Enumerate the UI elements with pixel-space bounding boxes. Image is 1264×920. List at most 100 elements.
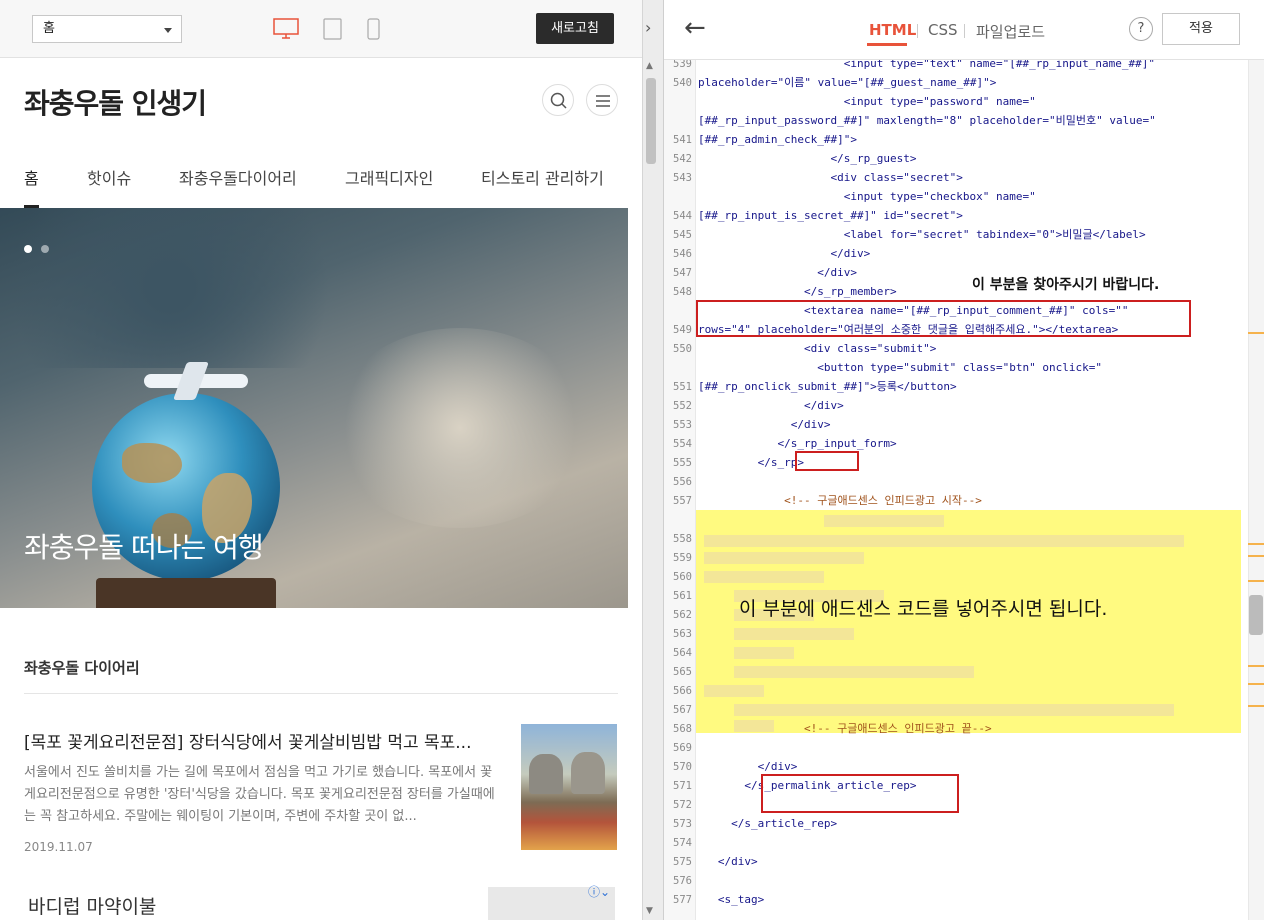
slide-dot[interactable] [41, 245, 49, 253]
blog-preview-pane: 홈 새로고침 좌충우돌 인생기 홈 핫이슈 좌충우돌다이어리 그래픽디자인 티스… [0, 0, 642, 920]
code-line: <input type="text" name="[##_rp_input_na… [698, 60, 1155, 70]
code-line: <div class="secret"> [698, 171, 963, 184]
line-number: 553 [673, 419, 692, 431]
scroll-marker [1248, 543, 1264, 545]
code-line: [##_rp_input_password_##]" maxlength="8"… [698, 114, 1156, 127]
editor-toolbar: ← HTML CSS 파일업로드 ? 적용 [664, 0, 1264, 60]
code-line: </s_rp_guest> [698, 152, 917, 165]
line-number: 565 [673, 666, 692, 678]
hero-background [0, 208, 380, 368]
code-line: </div> [698, 399, 844, 412]
thumbnail-statue [529, 754, 563, 794]
line-number: 577 [673, 894, 692, 906]
ad-text[interactable]: 바디럽 마약이불 [28, 892, 156, 919]
code-line: </s_rp_input_form> [698, 437, 897, 450]
code-editor[interactable]: 539 540 541 542 543 544 545 546 547 548 549 550 551 5… [664, 60, 1248, 920]
editor-scrollbar[interactable] [1248, 60, 1264, 920]
page-select[interactable]: 홈 [32, 15, 182, 43]
nav-item-hot-issue[interactable]: 핫이슈 [87, 165, 131, 189]
chevron-right-icon[interactable]: › [645, 18, 651, 37]
annotation-adsense: 이 부분에 애드센스 코드를 넣어주시면 됩니다. [739, 598, 1108, 620]
code-line: </div> [698, 418, 831, 431]
scroll-marker [1248, 683, 1264, 685]
page-select-value: 홈 [43, 21, 55, 36]
post-date: 2019.11.07 [24, 840, 93, 854]
line-number: 576 [673, 875, 692, 887]
textarea-highlight-box [696, 300, 1191, 337]
skin-editor: ← HTML CSS 파일업로드 ? 적용 539 540 541 542 543 544… [664, 0, 1264, 920]
code-line: <label for="secret" tabindex="0">비밀글</la… [698, 228, 1146, 241]
back-arrow-icon[interactable]: ← [684, 14, 706, 42]
scroll-marker [1248, 705, 1264, 707]
line-number: 555 [673, 457, 692, 469]
post-thumbnail[interactable] [521, 724, 617, 850]
tab-separator [917, 24, 918, 38]
mobile-view-icon[interactable] [367, 18, 381, 40]
preview-scrollbar-thumb[interactable] [646, 78, 656, 164]
post-excerpt: 서울에서 진도 쏠비치를 가는 길에 목포에서 점심을 먹고 가기로 했습니다.… [24, 765, 495, 824]
blurred-code-line [734, 666, 974, 678]
code-line: </s_rp> [698, 456, 804, 469]
slide-dot-active[interactable] [24, 245, 32, 253]
search-button[interactable] [542, 84, 574, 116]
blurred-code-line [704, 552, 864, 564]
hero-caption: 좌충우돌 떠나는 여행 [24, 531, 264, 564]
code-line: [##_rp_input_is_secret_##]" id="secret"> [698, 209, 963, 222]
menu-button[interactable] [586, 84, 618, 116]
refresh-button[interactable]: 새로고침 [536, 13, 614, 44]
blog-title[interactable]: 좌충우돌 인생기 [24, 82, 207, 122]
tab-css[interactable]: CSS [928, 21, 958, 39]
hero-background-light [330, 328, 590, 528]
nav-item-home[interactable]: 홈 [24, 165, 39, 189]
code-line: <input type="checkbox" name=" [698, 190, 1036, 203]
scroll-down-icon[interactable]: ▼ [646, 906, 653, 916]
line-number: 569 [673, 742, 692, 754]
line-number: 543 [673, 172, 692, 184]
line-number: 552 [673, 400, 692, 412]
line-number: 568 [673, 723, 692, 735]
tablet-view-icon[interactable] [323, 18, 343, 40]
tab-file-upload[interactable]: 파일업로드 [976, 21, 1045, 42]
section-divider [24, 693, 618, 694]
hamburger-icon [596, 95, 610, 107]
nav-item-graphic-design[interactable]: 그래픽디자인 [345, 165, 433, 189]
editor-scrollbar-thumb[interactable] [1249, 595, 1263, 635]
help-icon[interactable]: ? [1129, 17, 1153, 41]
ad-info-icon[interactable]: ⓘ⌄ [588, 883, 610, 900]
globe-land [122, 443, 182, 483]
scroll-up-icon[interactable]: ▲ [646, 61, 653, 71]
apply-button[interactable]: 적용 [1162, 13, 1240, 45]
line-number: 564 [673, 647, 692, 659]
thumbnail-statue [571, 752, 605, 794]
line-number: 542 [673, 153, 692, 165]
nav-item-diary[interactable]: 좌충우돌다이어리 [179, 165, 297, 189]
line-number: 539 [673, 60, 692, 70]
line-number: 551 [673, 381, 692, 393]
line-number: 556 [673, 476, 692, 488]
line-number: 560 [673, 571, 692, 583]
hero-banner[interactable]: 좌충우돌 떠나는 여행 [0, 208, 628, 608]
blurred-code-line [824, 515, 944, 527]
annotation-find-this: 이 부분을 찾아주시기 바랍니다. [969, 274, 1163, 294]
line-number: 567 [673, 704, 692, 716]
code-line: </div> [698, 760, 798, 773]
scroll-marker [1248, 555, 1264, 557]
code-line: <div class="submit"> [698, 342, 937, 355]
blurred-code-line [704, 685, 764, 697]
nav-item-tistory[interactable]: 티스토리 관리하기 [481, 165, 604, 189]
tab-html[interactable]: HTML [869, 21, 916, 39]
line-number: 559 [673, 552, 692, 564]
line-number: 566 [673, 685, 692, 697]
line-number: 570 [673, 761, 692, 773]
code-line: <s_tag> [698, 893, 765, 906]
line-number: 571 [673, 780, 692, 792]
blurred-code-line [734, 628, 854, 640]
section-title[interactable]: 좌충우돌 다이어리 [24, 657, 140, 678]
blurred-code-line [704, 571, 824, 583]
desktop-view-icon[interactable] [273, 18, 299, 40]
screen: 홈 새로고침 좌충우돌 인생기 홈 핫이슈 좌충우돌다이어리 그래픽디자인 티스… [0, 0, 1264, 920]
code-line: </div> [698, 266, 857, 279]
code-line: [##_rp_admin_check_##]"> [698, 133, 857, 146]
post-title[interactable]: [목포 꽃게요리전문점] 장터식당에서 꽃게살비빔밥 먹고 목포... [24, 728, 494, 753]
chevron-down-icon [164, 28, 172, 33]
